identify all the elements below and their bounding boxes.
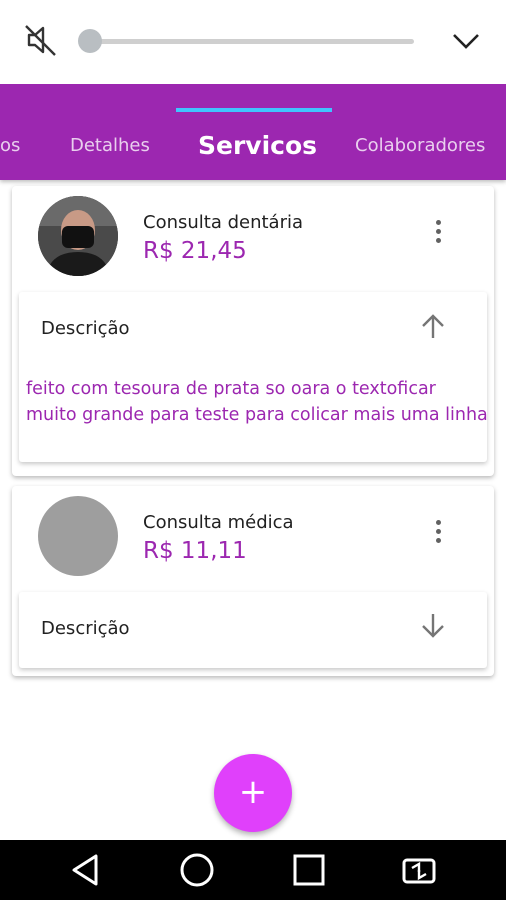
add-service-button[interactable]: +: [214, 754, 292, 832]
recents-icon[interactable]: [289, 850, 329, 890]
service-price: R$ 21,45: [143, 238, 247, 264]
volume-off-icon[interactable]: [22, 22, 58, 58]
avatar: [38, 196, 118, 276]
service-name: Consulta médica: [143, 512, 294, 533]
service-card: Consulta médica R$ 11,11 Descrição: [12, 486, 494, 676]
system-nav-bar: [0, 840, 506, 900]
active-tab-indicator: [176, 108, 332, 112]
person-photo: [38, 196, 118, 276]
service-card: Consulta dentária R$ 21,45 Descrição fei…: [12, 186, 494, 476]
tab-servicos[interactable]: Servicos: [198, 112, 317, 180]
back-icon[interactable]: [66, 850, 106, 890]
volume-slider-thumb[interactable]: [78, 29, 102, 53]
more-vert-icon[interactable]: [428, 518, 448, 546]
more-vert-icon[interactable]: [428, 218, 448, 246]
service-price: R$ 11,11: [143, 538, 247, 564]
tab-detalhes[interactable]: Detalhes: [70, 112, 150, 180]
chevron-down-icon[interactable]: [448, 26, 484, 56]
arrow-up-icon[interactable]: [417, 310, 449, 342]
volume-panel: [0, 0, 506, 84]
description-label: Descrição: [41, 318, 130, 339]
home-icon[interactable]: [177, 850, 217, 890]
volume-slider[interactable]: [90, 39, 414, 44]
tab-bar: os Detalhes Servicos Colaboradores: [0, 112, 506, 180]
arrow-down-icon[interactable]: [417, 610, 449, 642]
avatar: [38, 496, 118, 576]
rotate-icon[interactable]: [399, 850, 439, 890]
service-name: Consulta dentária: [143, 212, 304, 233]
tab-colaboradores[interactable]: Colaboradores: [355, 112, 485, 180]
description-text: feito com tesoura de prata so oara o tex…: [26, 379, 488, 425]
description-label: Descrição: [41, 618, 130, 639]
description-panel[interactable]: Descrição: [19, 592, 487, 668]
tab-partial[interactable]: os: [0, 112, 20, 180]
description-panel[interactable]: Descrição feito com tesoura de prata so …: [19, 292, 488, 462]
app-bar: Consultorio do dr. Silva - T 001 os Deta…: [0, 68, 506, 180]
